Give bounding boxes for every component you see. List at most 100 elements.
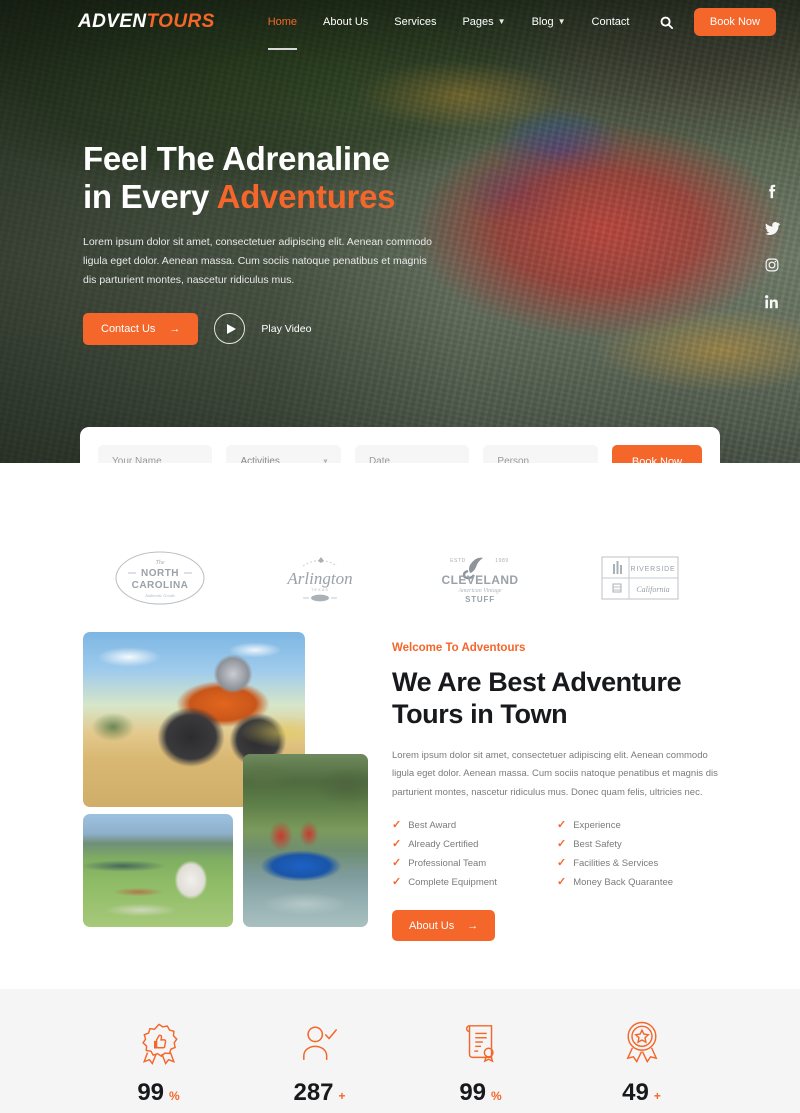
- nav-links: Home About Us Services Pages ▼ Blog ▼ Co…: [255, 10, 643, 50]
- stat-happy-customer: 287 + Happy Customer: [239, 1019, 400, 1113]
- nav-item-about-us[interactable]: About Us: [310, 10, 381, 34]
- twitter-link[interactable]: [764, 220, 780, 236]
- nav-item-contact[interactable]: Contact: [579, 10, 643, 34]
- about-text-block: Welcome To Adventours We Are Best Advent…: [392, 632, 722, 942]
- nav-item-pages-label: Pages: [462, 16, 494, 28]
- feature-label: Best Award: [408, 820, 457, 832]
- arrow-right-icon: →: [467, 919, 479, 932]
- search-button[interactable]: [658, 13, 676, 31]
- north-carolina-logo: The NORTH CAROLINA Authentic Goods: [115, 551, 205, 605]
- check-icon: ✓: [557, 819, 567, 832]
- nav-item-blog-label: Blog: [531, 16, 554, 28]
- stat-value: 99: [459, 1079, 487, 1107]
- hero-content: Feel The Adrenaline in Every Adventures …: [83, 140, 503, 345]
- about-eyebrow: Welcome To Adventours: [392, 642, 526, 654]
- facebook-icon: [769, 184, 776, 198]
- arlington-logo: Arlington TEXAS: [286, 557, 353, 602]
- booking-name-field[interactable]: [98, 445, 213, 463]
- stat-value: 99: [137, 1079, 165, 1107]
- play-video-label: Play Video: [261, 322, 312, 335]
- stat-suffix: %: [491, 1089, 502, 1104]
- nav-item-home[interactable]: Home: [255, 10, 310, 50]
- facebook-link[interactable]: [764, 183, 780, 199]
- main-navigation: ADVENTOURS Home About Us Services Pages …: [0, 0, 800, 50]
- arrow-right-icon: →: [169, 322, 181, 335]
- feature-label: Experience: [573, 820, 621, 832]
- booking-date-field[interactable]: [354, 445, 470, 463]
- date-input[interactable]: [368, 445, 456, 463]
- play-video-button[interactable]: [214, 313, 246, 345]
- hero-section: ADVENTOURS Home About Us Services Pages …: [0, 0, 800, 463]
- chevron-down-icon: ▼: [497, 17, 506, 26]
- check-icon: ✓: [392, 819, 402, 832]
- check-icon: ✓: [557, 857, 567, 870]
- logo-text-primary: ADVEN: [78, 11, 147, 32]
- feature-item: ✓ Best Safety: [557, 838, 722, 851]
- play-icon: [226, 323, 236, 334]
- feature-item: ✓ Money Back Quarantee: [557, 877, 722, 889]
- chevron-down-icon: ▼: [322, 458, 329, 463]
- certificate-icon: [465, 1025, 494, 1063]
- brand-logos-section: The NORTH CAROLINA Authentic Goods Arlin…: [0, 518, 800, 638]
- person-input[interactable]: [497, 445, 584, 463]
- cleveland-logo: ESTD 1989 CLEVELAND American Vintage STU…: [442, 557, 519, 604]
- about-section: Welcome To Adventours We Are Best Advent…: [0, 632, 800, 942]
- svg-text:CLEVELAND: CLEVELAND: [442, 573, 519, 587]
- about-paragraph: Lorem ipsum dolor sit amet, consectetuer…: [392, 749, 718, 798]
- hero-title-line1: Feel The Adrenaline: [83, 140, 390, 177]
- check-icon: ✓: [392, 838, 402, 851]
- svg-text:California: California: [636, 585, 669, 594]
- brand-north-carolina[interactable]: The NORTH CAROLINA Authentic Goods: [80, 550, 240, 606]
- kayaking-photo: [243, 754, 368, 927]
- about-title-line1: We Are Best Adventure: [392, 667, 682, 697]
- search-icon: [660, 16, 674, 29]
- stats-section: 99 % Service Guarantee 287 + Happy Custo…: [0, 989, 800, 1113]
- hero-paragraph: Lorem ipsum dolor sit amet, consectetuer…: [83, 235, 433, 287]
- nav-actions: Book Now: [658, 8, 776, 36]
- brand-riverside[interactable]: RIVERSIDE California: [560, 556, 720, 600]
- social-links: [764, 183, 780, 310]
- feature-label: Complete Equipment: [408, 877, 497, 889]
- instagram-link[interactable]: [764, 257, 780, 273]
- booking-person-field[interactable]: [483, 445, 598, 463]
- about-feature-list: ✓ Best Award ✓ Experience ✓ Already Certifi…: [392, 819, 722, 889]
- hero-title-line2-plain: in Every: [83, 178, 217, 216]
- feature-item: ✓ Already Certified: [392, 838, 557, 851]
- about-us-button[interactable]: About Us →: [392, 910, 496, 942]
- your-name-input[interactable]: [112, 445, 199, 463]
- svg-text:Arlington: Arlington: [286, 569, 352, 588]
- nav-item-blog[interactable]: Blog ▼: [519, 10, 579, 34]
- stat-number-wrap: 287 +: [293, 1079, 345, 1107]
- nav-item-pages[interactable]: Pages ▼: [449, 10, 518, 34]
- linkedin-link[interactable]: [764, 294, 780, 310]
- svg-text:American Vintage: American Vintage: [457, 588, 501, 594]
- about-title-line2: Tours in Town: [392, 699, 568, 730]
- brand-cleveland[interactable]: ESTD 1989 CLEVELAND American Vintage STU…: [400, 549, 560, 607]
- twitter-icon: [764, 221, 780, 235]
- stat-professional-team: 49 + Professional Team: [561, 1019, 722, 1113]
- svg-text:Authentic Goods: Authentic Goods: [144, 593, 175, 598]
- feature-item: ✓ Facilities & Services: [557, 857, 722, 870]
- contact-us-button[interactable]: Contact Us →: [83, 312, 199, 345]
- nav-item-services[interactable]: Services: [381, 10, 449, 34]
- check-icon: ✓: [392, 876, 402, 889]
- linkedin-icon: [765, 295, 778, 309]
- stat-suffix: +: [338, 1089, 346, 1104]
- hero-title: Feel The Adrenaline in Every Adventures: [83, 140, 503, 217]
- book-now-button[interactable]: Book Now: [693, 8, 776, 36]
- booking-submit-button[interactable]: Book Now: [611, 445, 703, 463]
- stat-certified: 99 % Certified: [400, 1019, 561, 1113]
- feature-label: Already Certified: [408, 839, 479, 851]
- check-icon: ✓: [557, 838, 567, 851]
- contact-us-label: Contact Us: [101, 322, 156, 335]
- chevron-down-icon: ▼: [557, 17, 566, 26]
- about-title: We Are Best Adventure Tours in Town: [392, 666, 722, 731]
- brand-arlington[interactable]: Arlington TEXAS: [240, 550, 400, 606]
- about-image-gallery: [78, 632, 368, 927]
- svg-text:1989: 1989: [495, 558, 509, 564]
- star-medal-icon: [625, 1022, 658, 1064]
- svg-text:ESTD: ESTD: [450, 558, 466, 564]
- booking-activities-select[interactable]: Activities ▼: [226, 445, 341, 463]
- nav-item-contact-label: Contact: [591, 16, 630, 28]
- site-logo[interactable]: ADVENTOURS: [78, 11, 215, 33]
